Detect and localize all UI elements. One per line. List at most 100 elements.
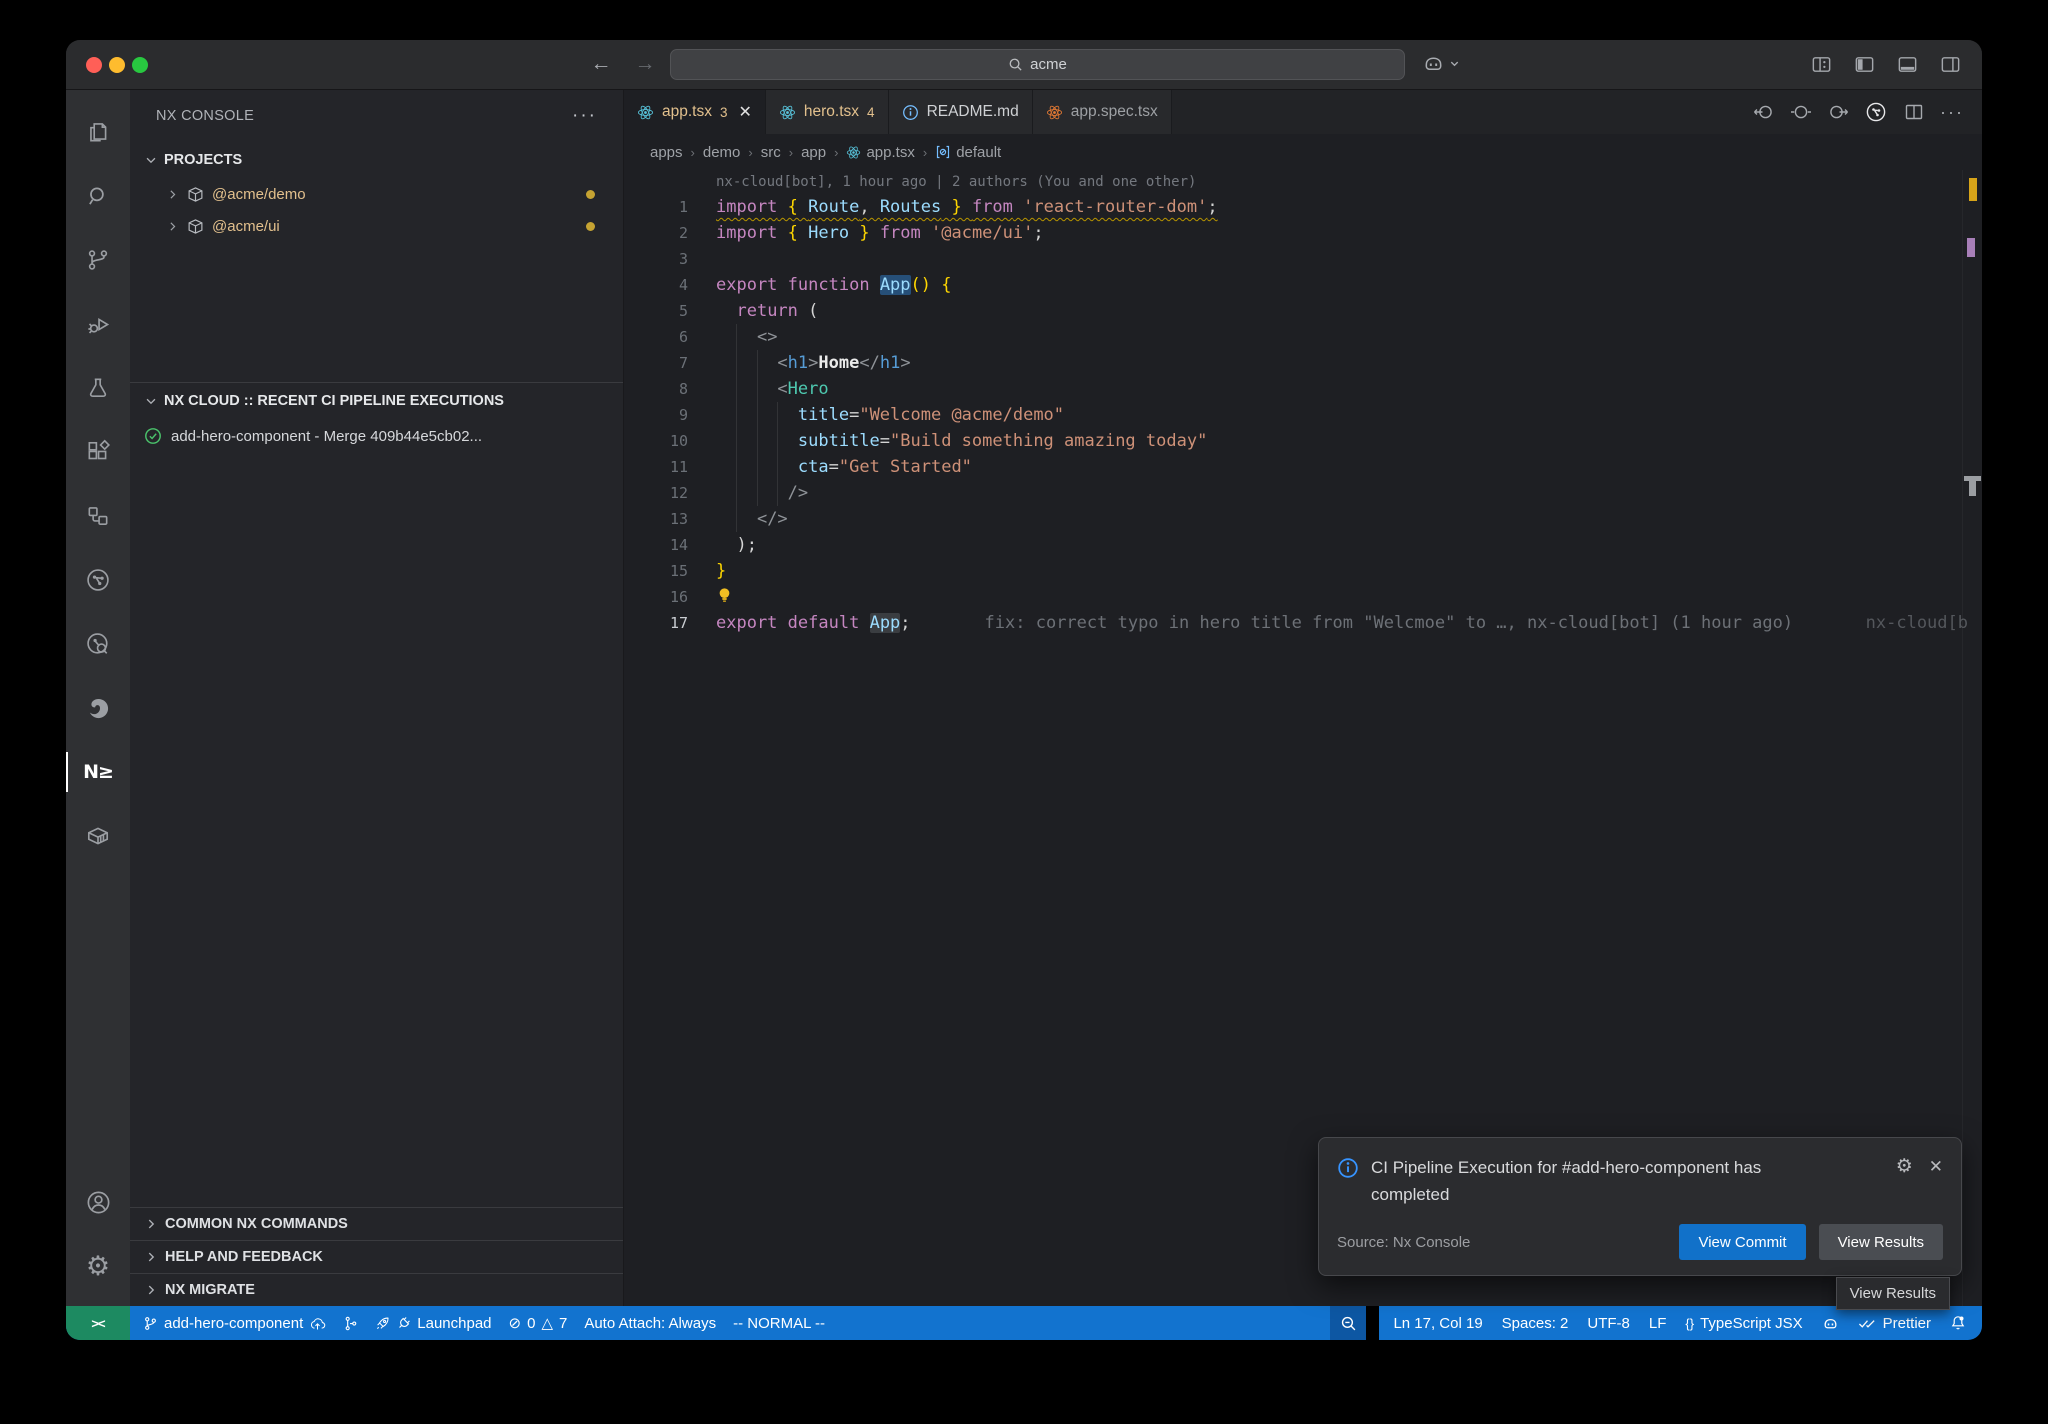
explorer-icon[interactable]: [66, 100, 130, 164]
customize-layout-icon[interactable]: [1810, 53, 1833, 76]
code-line-1[interactable]: 1import { Route, Routes } from 'react-ro…: [624, 194, 1982, 220]
cursor-position-status[interactable]: Ln 17, Col 19: [1393, 1315, 1482, 1332]
toggle-panel-icon[interactable]: [1896, 53, 1919, 76]
close-tab-icon[interactable]: ✕: [739, 102, 752, 122]
breadcrumb-item[interactable]: apps: [650, 144, 683, 161]
git-branch-status[interactable]: add-hero-component: [143, 1315, 326, 1332]
remote-indicator[interactable]: ><: [66, 1306, 130, 1340]
nx-graph-search-icon[interactable]: [66, 612, 130, 676]
code-line-14[interactable]: 14 );: [624, 532, 1982, 558]
language-mode-status[interactable]: {}TypeScript JSX: [1685, 1315, 1802, 1332]
help-and-feedback-section[interactable]: HELP AND FEEDBACK: [130, 1240, 623, 1273]
history-back-icon[interactable]: ←: [586, 49, 616, 79]
code-editor[interactable]: nx-cloud[bot], 1 hour ago | 2 authors (Y…: [624, 170, 1982, 1306]
view-results-button[interactable]: View Results: [1819, 1224, 1943, 1260]
zoom-indicator[interactable]: [1330, 1306, 1366, 1340]
code-line-2[interactable]: 2import { Hero } from '@acme/ui';: [624, 220, 1982, 246]
testing-icon[interactable]: [66, 356, 130, 420]
maximize-window-button[interactable]: [132, 57, 148, 73]
code-line-17[interactable]: 17export default App;fix: correct typo i…: [624, 610, 1982, 636]
auto-attach-status[interactable]: Auto Attach: Always: [584, 1315, 716, 1332]
code-line-11[interactable]: 11 cta="Get Started": [624, 454, 1982, 480]
settings-gear-icon[interactable]: ⚙: [66, 1234, 130, 1298]
code-line-3[interactable]: 3: [624, 246, 1982, 272]
tab-readme-md[interactable]: README.md: [889, 90, 1033, 134]
notification-settings-gear-icon[interactable]: ⚙: [1896, 1155, 1913, 1178]
indentation-status[interactable]: Spaces: 2: [1502, 1315, 1569, 1332]
launchpad-status[interactable]: Launchpad: [375, 1315, 491, 1332]
breadcrumb-item[interactable]: app: [801, 144, 826, 161]
notification-close-icon[interactable]: ✕: [1929, 1157, 1943, 1177]
code-line-13[interactable]: 13 </>: [624, 506, 1982, 532]
extensions-icon[interactable]: [66, 420, 130, 484]
breadcrumb-item[interactable]: src: [761, 144, 781, 161]
ruler-warning-mark: [1969, 178, 1977, 201]
nav-back-icon[interactable]: [1753, 101, 1775, 123]
eol-status[interactable]: LF: [1649, 1315, 1667, 1332]
close-window-button[interactable]: [86, 57, 102, 73]
code-line-4[interactable]: 4export function App() {: [624, 272, 1982, 298]
line-content: }: [716, 558, 1982, 584]
split-editor-icon[interactable]: [1903, 101, 1925, 123]
problems-status[interactable]: ⊘0 △7: [509, 1314, 568, 1332]
chevron-right-icon: [144, 1217, 158, 1231]
run-ci-icon[interactable]: [1864, 100, 1888, 124]
nx-migrate-section[interactable]: NX MIGRATE: [130, 1273, 623, 1306]
pipeline-execution-item[interactable]: add-hero-component - Merge 409b44e5cb02.…: [130, 419, 623, 453]
projects-section-header[interactable]: PROJECTS: [130, 142, 623, 178]
code-line-12[interactable]: 12 />: [624, 480, 1982, 506]
line-number: 5: [624, 298, 688, 324]
tab-hero-tsx[interactable]: hero.tsx 4: [766, 90, 889, 134]
toggle-secondary-sidebar-icon[interactable]: [1939, 53, 1962, 76]
react-file-icon: [637, 104, 654, 121]
nav-current-icon[interactable]: [1790, 101, 1812, 123]
infrastructure-icon[interactable]: [66, 484, 130, 548]
code-line-16[interactable]: 16: [624, 584, 1982, 610]
breadcrumb-item-file[interactable]: app.tsx: [846, 144, 914, 161]
copilot-status[interactable]: [1822, 1315, 1839, 1332]
nx-cloud-section-header[interactable]: NX CLOUD :: RECENT CI PIPELINE EXECUTION…: [130, 383, 623, 419]
code-line-6[interactable]: 6 <>: [624, 324, 1982, 350]
minimize-window-button[interactable]: [109, 57, 125, 73]
encoding-status[interactable]: UTF-8: [1587, 1315, 1630, 1332]
containers-icon[interactable]: [66, 804, 130, 868]
nx-graph-icon[interactable]: [66, 548, 130, 612]
formatter-status[interactable]: Prettier: [1858, 1315, 1931, 1332]
project-item-acme-demo[interactable]: @acme/demo: [130, 178, 623, 210]
code-line-15[interactable]: 15}: [624, 558, 1982, 584]
common-nx-commands-section[interactable]: COMMON NX COMMANDS: [130, 1207, 623, 1240]
source-control-icon[interactable]: [66, 228, 130, 292]
overview-ruler[interactable]: [1962, 170, 1982, 1306]
more-actions-icon[interactable]: ···: [1940, 102, 1964, 123]
accounts-icon[interactable]: [66, 1170, 130, 1234]
vim-mode-status[interactable]: -- NORMAL --: [733, 1315, 825, 1332]
code-line-5[interactable]: 5 return (: [624, 298, 1982, 324]
tab-app-spec-tsx[interactable]: app.spec.tsx: [1033, 90, 1172, 134]
command-center-search[interactable]: acme: [670, 49, 1405, 80]
code-line-9[interactable]: 9 title="Welcome @acme/demo": [624, 402, 1982, 428]
history-forward-icon[interactable]: →: [630, 49, 660, 79]
tab-app-tsx[interactable]: app.tsx 3 ✕: [624, 90, 766, 134]
view-commit-button[interactable]: View Commit: [1679, 1224, 1805, 1260]
breadcrumb-item[interactable]: demo: [703, 144, 741, 161]
breadcrumb-item-symbol[interactable]: default: [935, 144, 1001, 161]
nx-console-icon[interactable]: N≥: [66, 740, 130, 804]
chevron-down-icon[interactable]: [1449, 58, 1460, 69]
git-graph-status[interactable]: [343, 1316, 358, 1331]
code-line-10[interactable]: 10 subtitle="Build something amazing tod…: [624, 428, 1982, 454]
notifications-bell-icon[interactable]: [1950, 1315, 1966, 1331]
lightbulb-icon[interactable]: [716, 586, 733, 605]
edge-browser-icon[interactable]: [66, 676, 130, 740]
code-line-8[interactable]: 8 <Hero: [624, 376, 1982, 402]
copilot-icon[interactable]: [1422, 52, 1445, 75]
code-line-7[interactable]: 7 <h1>Home</h1>: [624, 350, 1982, 376]
toggle-primary-sidebar-icon[interactable]: [1853, 53, 1876, 76]
run-and-debug-icon[interactable]: [66, 292, 130, 356]
sidebar-more-actions-icon[interactable]: ···: [572, 105, 597, 127]
line-content: </>: [716, 506, 1982, 532]
project-item-acme-ui[interactable]: @acme/ui: [130, 210, 623, 242]
search-sidebar-icon[interactable]: [66, 164, 130, 228]
nav-forward-icon[interactable]: [1827, 101, 1849, 123]
line-number: 8: [624, 376, 688, 402]
traffic-lights: [86, 57, 148, 73]
